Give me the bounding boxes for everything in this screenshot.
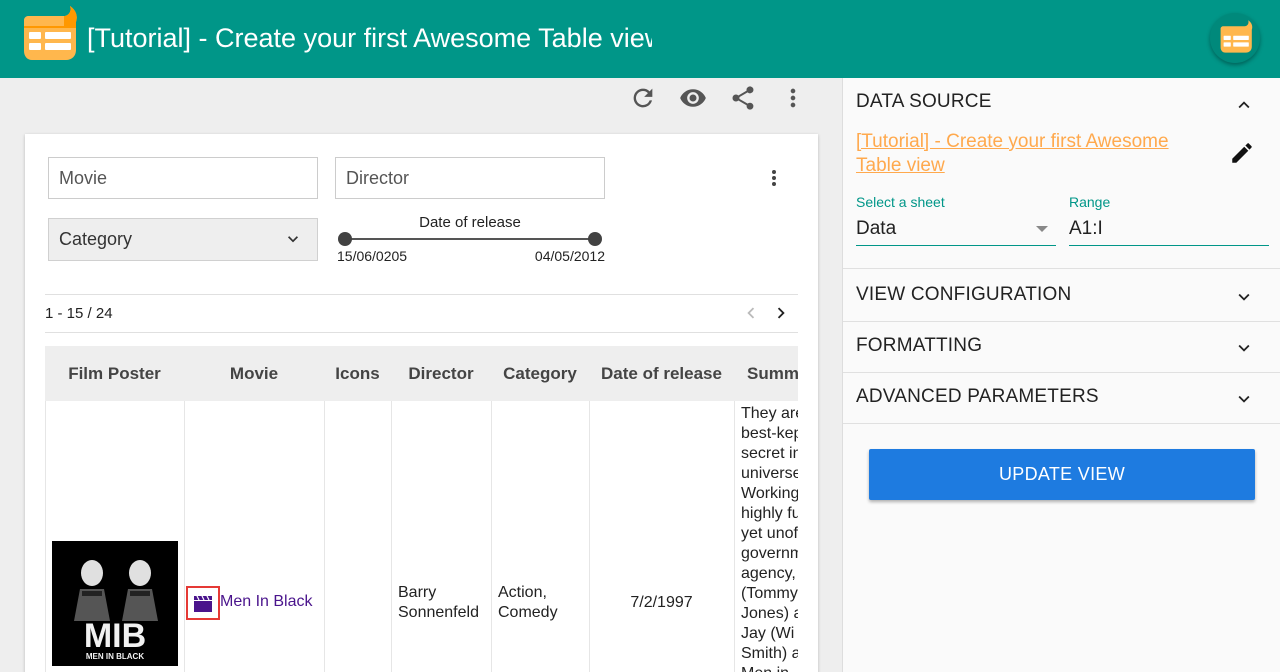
divider xyxy=(45,294,798,295)
summary-line: Smith) a xyxy=(741,645,798,662)
date-slider-track[interactable] xyxy=(345,238,595,240)
date-cell: 7/2/1997 xyxy=(630,594,693,611)
update-view-button[interactable]: UPDATE VIEW xyxy=(869,449,1255,500)
pagination-range: 1 - 15 / 24 xyxy=(45,305,113,322)
sheet-select-value: Data xyxy=(856,218,897,239)
summary-line: (Tommy xyxy=(741,585,798,602)
clapperboard-icon[interactable] xyxy=(186,586,220,620)
data-source-section-title[interactable]: DATA SOURCE xyxy=(856,91,992,113)
range-value: A1:I xyxy=(1069,218,1103,239)
date-slider-min-value: 15/06/0205 xyxy=(337,248,408,264)
summary-line: yet unof xyxy=(741,525,798,542)
summary-line: governm xyxy=(741,545,798,562)
column-divider xyxy=(391,401,392,672)
category-filter-select[interactable]: Category xyxy=(48,218,318,261)
summary-line: universe. xyxy=(741,465,798,482)
summary-cell: They are best-kept secret in universe. W… xyxy=(741,404,798,672)
divider xyxy=(843,321,1280,322)
film-poster-image[interactable]: MIB MEN IN BLACK xyxy=(52,541,178,666)
date-slider-max-value: 04/05/2012 xyxy=(534,248,605,264)
director-line: Sonnenfeld xyxy=(398,604,479,621)
settings-panel: DATA SOURCE [Tutorial] - Create your fir… xyxy=(842,78,1280,672)
column-header-date-of-release[interactable]: Date of release xyxy=(589,346,734,401)
refresh-icon[interactable] xyxy=(629,84,657,112)
chevron-up-icon[interactable] xyxy=(1233,94,1255,116)
data-source-link[interactable]: [Tutorial] - Create your first Awesome T… xyxy=(856,130,1206,178)
divider xyxy=(843,268,1280,269)
column-divider xyxy=(734,401,735,672)
date-slider-min-handle[interactable] xyxy=(338,232,352,246)
chevron-down-icon xyxy=(288,236,298,243)
sheet-select-label: Select a sheet xyxy=(856,194,945,210)
eye-icon[interactable] xyxy=(679,84,707,112)
share-icon[interactable] xyxy=(729,84,757,112)
divider xyxy=(45,332,798,333)
summary-line: Jay (Wi xyxy=(741,625,795,642)
more-vert-icon[interactable] xyxy=(779,84,807,112)
prev-page-icon[interactable] xyxy=(740,302,762,324)
summary-line: Working xyxy=(741,485,798,502)
divider xyxy=(843,423,1280,424)
column-header-summary[interactable]: Summary xyxy=(747,346,798,401)
advanced-parameters-section-title[interactable]: ADVANCED PARAMETERS xyxy=(856,386,1099,408)
view-configuration-section-title[interactable]: VIEW CONFIGURATION xyxy=(856,284,1071,306)
column-divider xyxy=(184,401,185,672)
category-line: Comedy xyxy=(498,604,558,621)
formatting-section-title[interactable]: FORMATTING xyxy=(856,335,982,357)
next-page-icon[interactable] xyxy=(770,302,792,324)
awesome-table-logo-icon[interactable] xyxy=(18,6,78,62)
director-cell: Barry Sonnenfeld xyxy=(398,583,479,623)
column-divider xyxy=(589,401,590,672)
page-title: [Tutorial] - Create your first Awesome T… xyxy=(87,23,652,53)
column-divider xyxy=(45,401,46,672)
poster-title: MIB xyxy=(84,617,146,655)
summary-line: secret in xyxy=(741,445,798,462)
summary-line: Jones) a xyxy=(741,605,798,622)
pencil-icon[interactable] xyxy=(1229,140,1255,166)
director-filter-input[interactable] xyxy=(335,157,605,199)
category-filter-label: Category xyxy=(59,229,133,249)
column-header-film-poster[interactable]: Film Poster xyxy=(45,346,184,401)
column-header-movie[interactable]: Movie xyxy=(184,346,324,401)
table-header: Film Poster Movie Icons Director Categor… xyxy=(45,346,798,401)
date-slider-label: Date of release xyxy=(419,214,521,231)
avatar[interactable] xyxy=(1210,13,1260,63)
app-header: [Tutorial] - Create your first Awesome T… xyxy=(0,0,1280,78)
column-divider xyxy=(491,401,492,672)
range-label: Range xyxy=(1069,194,1111,210)
summary-line: They are xyxy=(741,405,798,422)
chevron-down-icon[interactable] xyxy=(1233,388,1255,410)
column-divider xyxy=(324,401,325,672)
poster-subtitle: MEN IN BLACK xyxy=(86,652,144,661)
dropdown-arrow-icon xyxy=(1036,226,1048,232)
category-line: Action, xyxy=(498,584,547,601)
column-header-category[interactable]: Category xyxy=(491,346,589,401)
chevron-down-icon[interactable] xyxy=(1233,337,1255,359)
column-header-director[interactable]: Director xyxy=(391,346,491,401)
chevron-down-icon[interactable] xyxy=(1233,286,1255,308)
director-line: Barry xyxy=(398,584,437,601)
summary-line: best-kept xyxy=(741,425,798,442)
summary-line: Men in xyxy=(741,664,798,672)
filter-more-icon[interactable] xyxy=(762,164,786,192)
movie-link[interactable]: Men In Black xyxy=(220,593,312,611)
date-slider-max-handle[interactable] xyxy=(588,232,602,246)
movie-filter-input[interactable] xyxy=(48,157,318,199)
summary-line: highly fu xyxy=(741,505,798,522)
summary-line: agency, xyxy=(741,565,796,582)
table-view-card: Category Date of release 15/06/0205 04/0… xyxy=(25,134,818,672)
category-cell: Action, Comedy xyxy=(498,583,558,623)
divider xyxy=(843,372,1280,373)
column-header-icons[interactable]: Icons xyxy=(324,346,391,401)
